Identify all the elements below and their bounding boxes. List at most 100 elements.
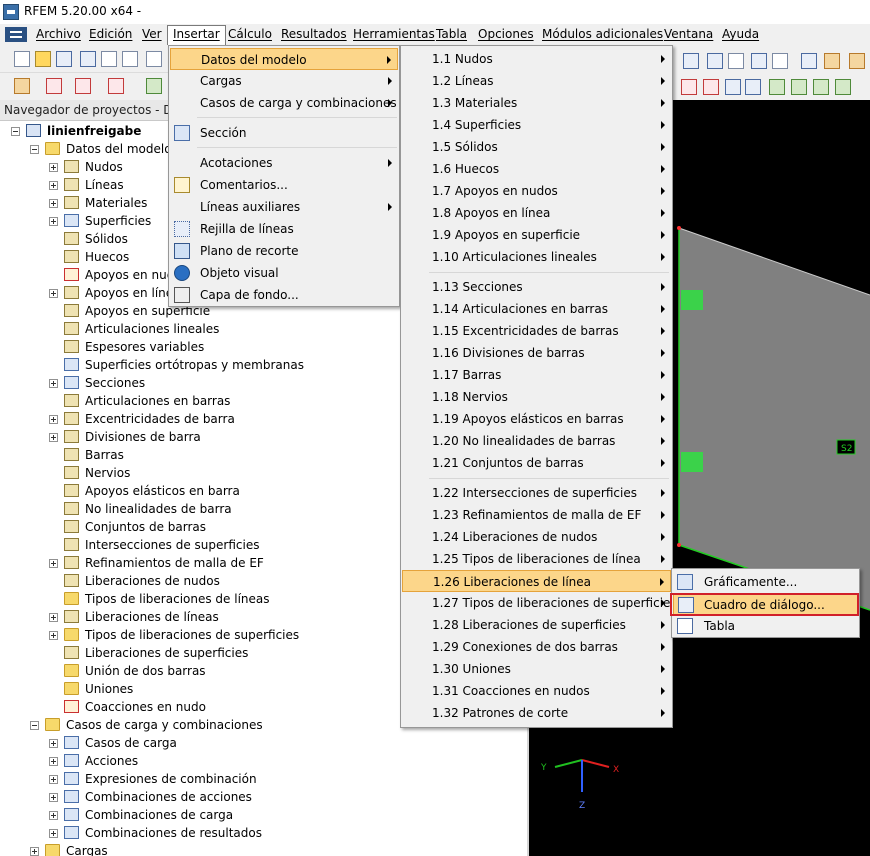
menu-item-model-19[interactable]: 1.21 Conjuntos de barras [402,452,671,474]
zoom-window-icon[interactable] [681,79,697,95]
tree-load-item[interactable]: Casos de carga [0,734,527,752]
menu-item-model-data[interactable]: Datos del modelo [170,48,398,70]
menu-item-model-28[interactable]: 1.30 Uniones [402,658,671,680]
expand-toggle[interactable] [30,847,39,856]
open-project-icon[interactable] [56,51,72,67]
table-icon[interactable] [824,53,840,69]
load-case-icon[interactable] [146,78,162,94]
menu-item-model-27[interactable]: 1.29 Conexiones de dos barras [402,636,671,658]
menu-item-model-21[interactable]: 1.23 Refinamientos de malla de EF [402,504,671,526]
menu-item-clipping-plane[interactable]: Plano de recorte [170,240,398,262]
expand-toggle[interactable] [49,757,58,766]
menu-item-table[interactable]: Tabla [673,615,858,637]
menu-item-line-grid[interactable]: Rejilla de líneas [170,218,398,240]
display-options-icon[interactable] [801,53,817,69]
zoom-select-icon[interactable] [703,79,719,95]
menu-item-model-1[interactable]: 1.1 Nudos [402,48,671,70]
undo-icon[interactable] [146,51,162,67]
menu-opciones[interactable]: Opciones [473,26,539,43]
results-grid-icon[interactable] [849,53,865,69]
expand-toggle[interactable] [49,217,58,226]
iso-view-icon[interactable] [745,79,761,95]
menu-resultados[interactable]: Resultados [276,26,352,43]
menu-insertar[interactable]: Insertar [167,25,226,45]
menu-item-guidelines[interactable]: Líneas auxiliares [170,196,398,218]
menu-item-model-15[interactable]: 1.17 Barras [402,364,671,386]
menu-item-model-24[interactable]: 1.26 Liberaciones de línea [402,570,671,592]
expand-toggle[interactable] [49,613,58,622]
system-menu-icon[interactable] [5,27,27,42]
expand-toggle[interactable] [49,181,58,190]
menu-item-model-8[interactable]: 1.8 Apoyos en línea [402,202,671,224]
menu-item-model-16[interactable]: 1.18 Nervios [402,386,671,408]
tree-load-item[interactable]: Combinaciones de resultados [0,824,527,842]
menu-item-background-layer[interactable]: Capa de fondo... [170,284,398,306]
menu-item-loads[interactable]: Cargas [170,70,398,92]
menu-item-model-9[interactable]: 1.9 Apoyos en superficie [402,224,671,246]
expand-toggle[interactable] [49,199,58,208]
node-marker[interactable] [677,226,681,230]
eye-icon[interactable] [751,53,767,69]
expand-toggle[interactable] [49,775,58,784]
collapse-toggle[interactable] [11,127,20,136]
print-icon[interactable] [101,51,117,67]
menu-item-model-4[interactable]: 1.4 Superficies [402,114,671,136]
tree-load-item[interactable]: Expresiones de combinación [0,770,527,788]
tree-loads[interactable]: Cargas [0,842,527,856]
expand-toggle[interactable] [49,793,58,802]
menu-item-model-11[interactable]: 1.13 Secciones [402,276,671,298]
menu-item-graphically[interactable]: Gráficamente... [673,571,858,593]
expand-toggle[interactable] [49,811,58,820]
line-release-symbol[interactable] [681,290,703,310]
menu-item-model-18[interactable]: 1.20 No linealidades de barras [402,430,671,452]
tree-load-item[interactable]: Combinaciones de carga [0,806,527,824]
cube-view-icon[interactable] [725,79,741,95]
menu-item-model-25[interactable]: 1.27 Tipos de liberaciones de superficie… [402,592,677,614]
menu-item-model-10[interactable]: 1.10 Articulaciones lineales [402,246,671,268]
menu-item-model-30[interactable]: 1.32 Patrones de corte [402,702,671,724]
menu-item-model-2[interactable]: 1.2 Líneas [402,70,671,92]
collapse-toggle[interactable] [30,721,39,730]
new-member-icon[interactable] [75,78,91,94]
menu-item-model-20[interactable]: 1.22 Intersecciones de superficies [402,482,671,504]
expand-toggle[interactable] [49,739,58,748]
menu-item-model-14[interactable]: 1.16 Divisiones de barras [402,342,671,364]
expand-toggle[interactable] [49,415,58,424]
menu-item-model-3[interactable]: 1.3 Materiales [402,92,671,114]
menu-ver[interactable]: Ver [137,26,167,43]
menu-item-model-23[interactable]: 1.25 Tipos de liberaciones de línea [402,548,671,570]
expand-toggle[interactable] [49,289,58,298]
dimension-icon[interactable] [772,53,788,69]
view-y-icon[interactable] [791,79,807,95]
menu-item-section[interactable]: Sección [170,122,398,144]
arrow-right-icon[interactable] [683,53,699,69]
node-marker[interactable] [677,543,681,547]
expand-toggle[interactable] [49,829,58,838]
menu-ventana[interactable]: Ventana [659,26,718,43]
menu-item-load-combinations[interactable]: Casos de carga y combinaciones [170,92,398,114]
tree-load-item[interactable]: Combinaciones de acciones [0,788,527,806]
menu-item-model-7[interactable]: 1.7 Apoyos en nudos [402,180,671,202]
new-line-icon[interactable] [46,78,62,94]
open-folder-icon[interactable] [35,51,51,67]
view-z-icon[interactable] [813,79,829,95]
menu-edicion[interactable]: Edición [84,26,137,43]
dimension-xxx-icon[interactable] [728,53,744,69]
menu-herramientas[interactable]: Herramientas [348,26,440,43]
menu-item-dimensions[interactable]: Acotaciones [170,152,398,174]
menu-item-model-17[interactable]: 1.19 Apoyos elásticos en barras [402,408,671,430]
menu-calculo[interactable]: Cálculo [223,26,277,43]
view-x-icon[interactable] [769,79,785,95]
expand-toggle[interactable] [49,559,58,568]
new-file-icon[interactable] [14,51,30,67]
menu-item-visual-object[interactable]: Objeto visual [170,262,398,284]
menu-item-model-12[interactable]: 1.14 Articulaciones en barras [402,298,671,320]
menu-item-model-26[interactable]: 1.28 Liberaciones de superficies [402,614,671,636]
expand-toggle[interactable] [49,379,58,388]
new-support-icon[interactable] [108,78,124,94]
expand-toggle[interactable] [49,433,58,442]
menu-item-comments[interactable]: Comentarios... [170,174,398,196]
menu-item-model-5[interactable]: 1.5 Sólidos [402,136,671,158]
menu-archivo[interactable]: Archivo [31,26,86,43]
expand-toggle[interactable] [49,631,58,640]
